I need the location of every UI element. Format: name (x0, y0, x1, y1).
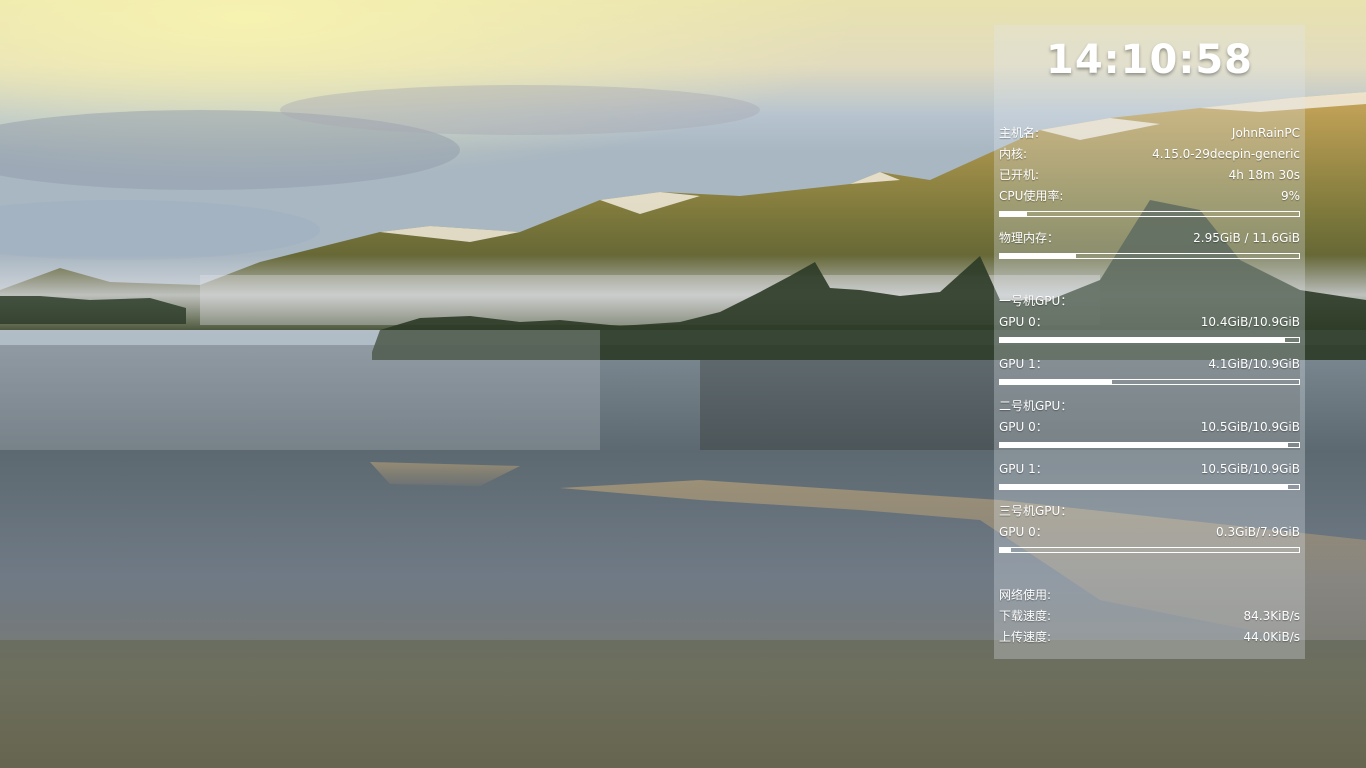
download-label: 下载速度: (999, 609, 1052, 623)
cpu-usage-bar (999, 211, 1300, 217)
uptime-value: 4h 18m 30s (1228, 168, 1300, 182)
machine-3-gpu-title: 三号机GPU： (999, 504, 1073, 518)
machine-1-gpu-title-row: 一号机GPU： (999, 292, 1300, 310)
gpu-memory-value: 0.3GiB/7.9GiB (1216, 525, 1300, 539)
memory-row: 物理内存： 2.95GiB / 11.6GiB (999, 229, 1300, 247)
gpu-memory-bar-fill (1000, 485, 1288, 489)
machine-1-gpu-0-bar (999, 337, 1300, 343)
memory-usage-bar (999, 253, 1300, 259)
clock-time: 14:10:58 (1046, 37, 1253, 83)
machine-3-gpu-title-row: 三号机GPU： (999, 502, 1300, 520)
machine-3-gpu-0-bar (999, 547, 1300, 553)
cpu-usage-bar-fill (1000, 212, 1027, 216)
cpu-label: CPU使用率: (999, 189, 1064, 203)
machine-1-gpu-title: 一号机GPU： (999, 294, 1073, 308)
gpu-memory-value: 10.5GiB/10.9GiB (1200, 462, 1300, 476)
machine-2-gpu-title-row: 二号机GPU： (999, 397, 1300, 415)
network-title: 网络使用: (999, 588, 1052, 602)
upload-label: 上传速度: (999, 630, 1052, 644)
cpu-value: 9% (1280, 189, 1300, 203)
cpu-row: CPU使用率: 9% (999, 187, 1300, 205)
gpu-memory-bar-fill (1000, 338, 1286, 342)
machine-1-gpu-0-row: GPU 0： 10.4GiB/10.9GiB (999, 313, 1300, 331)
memory-usage-bar-fill (1000, 254, 1076, 258)
network-title-row: 网络使用: (999, 586, 1300, 604)
download-value: 84.3KiB/s (1243, 609, 1300, 623)
machine-2-gpu-title: 二号机GPU： (999, 399, 1073, 413)
gpu-label: GPU 0： (999, 420, 1048, 434)
memory-label: 物理内存： (999, 231, 1060, 245)
kernel-value: 4.15.0-29deepin-generic (1152, 147, 1300, 161)
machine-3-gpu-0-row: GPU 0： 0.3GiB/7.9GiB (999, 523, 1300, 541)
gpu-label: GPU 0： (999, 525, 1048, 539)
gpu-memory-bar-fill (1000, 548, 1012, 552)
machine-1-gpu-1-bar (999, 379, 1300, 385)
uptime-row: 已开机: 4h 18m 30s (999, 166, 1300, 184)
gpu-memory-value: 10.4GiB/10.9GiB (1200, 315, 1300, 329)
upload-row: 上传速度: 44.0KiB/s (999, 628, 1300, 646)
uptime-label: 已开机: (999, 168, 1040, 182)
machine-2-gpu-1-row: GPU 1： 10.5GiB/10.9GiB (999, 460, 1300, 478)
hostname-label: 主机名: (999, 126, 1040, 140)
gpu-memory-value: 4.1GiB/10.9GiB (1208, 357, 1300, 371)
hostname-row: 主机名: JohnRainPC (999, 124, 1300, 142)
conky-system-monitor-panel: 14:10:58 主机名: JohnRainPC 内核: 4.15.0-29de… (994, 25, 1305, 659)
machine-2-gpu-1-bar (999, 484, 1300, 490)
download-row: 下载速度: 84.3KiB/s (999, 607, 1300, 625)
machine-1-gpu-1-row: GPU 1： 4.1GiB/10.9GiB (999, 355, 1300, 373)
desktop: 14:10:58 主机名: JohnRainPC 内核: 4.15.0-29de… (0, 0, 1366, 768)
gpu-label: GPU 0： (999, 315, 1048, 329)
kernel-row: 内核: 4.15.0-29deepin-generic (999, 145, 1300, 163)
gpu-memory-value: 10.5GiB/10.9GiB (1200, 420, 1300, 434)
gpu-label: GPU 1： (999, 357, 1048, 371)
gpu-memory-bar-fill (1000, 443, 1288, 447)
gpu-memory-bar-fill (1000, 380, 1113, 384)
memory-value: 2.95GiB / 11.6GiB (1193, 231, 1300, 245)
upload-value: 44.0KiB/s (1243, 630, 1300, 644)
machine-2-gpu-0-row: GPU 0： 10.5GiB/10.9GiB (999, 418, 1300, 436)
machine-2-gpu-0-bar (999, 442, 1300, 448)
kernel-label: 内核: (999, 147, 1028, 161)
gpu-label: GPU 1： (999, 462, 1048, 476)
hostname-value: JohnRainPC (1231, 126, 1300, 140)
